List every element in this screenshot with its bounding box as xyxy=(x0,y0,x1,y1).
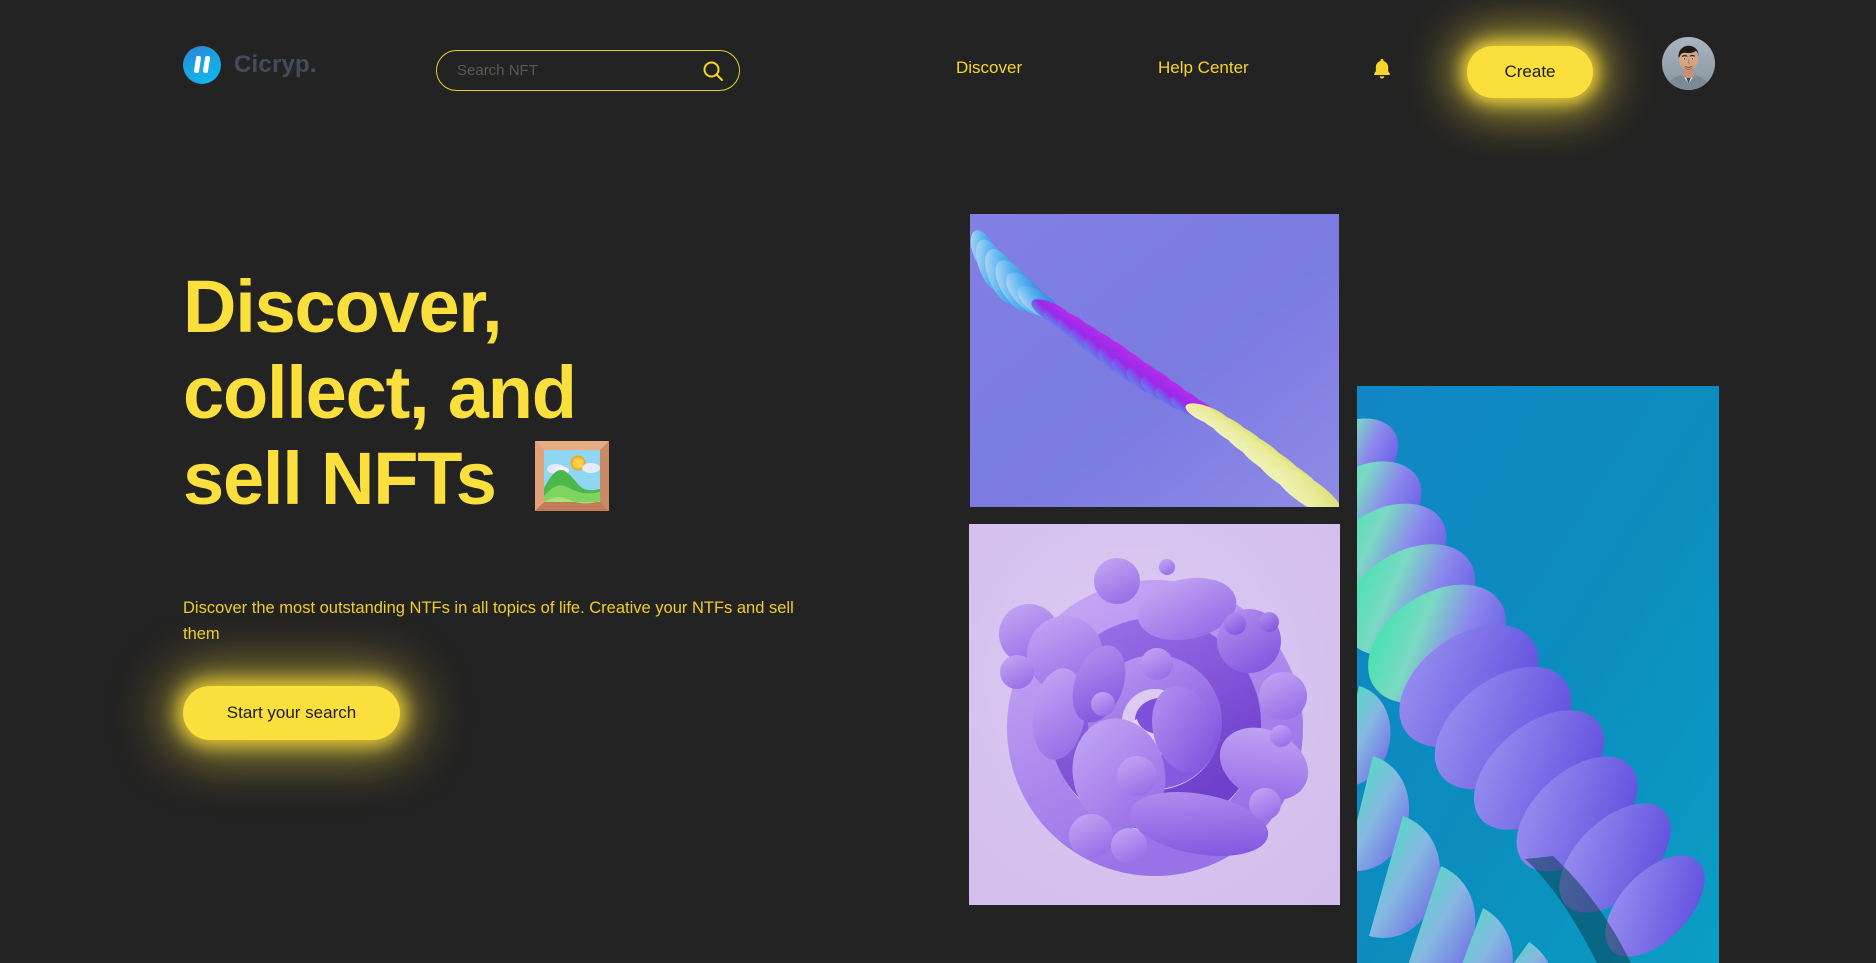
hero-title-line-1: Discover, xyxy=(183,265,503,348)
framed-picture-emoji xyxy=(532,436,612,534)
create-button[interactable]: Create xyxy=(1467,46,1593,98)
brand-name: Cicryp. xyxy=(234,51,317,78)
bell-icon xyxy=(1369,56,1395,85)
avatar[interactable] xyxy=(1662,37,1715,90)
search-box[interactable] xyxy=(436,50,740,91)
site-header: Cicryp. Discover Help Center C xyxy=(0,0,1876,118)
start-your-search-button[interactable]: Start your search xyxy=(183,686,400,740)
nft-card-3[interactable] xyxy=(1357,386,1719,963)
nav-link-help-center[interactable]: Help Center xyxy=(1158,58,1249,78)
search-input[interactable] xyxy=(457,62,701,79)
cicryp-logo-icon xyxy=(183,46,221,84)
brand-logo[interactable]: Cicryp. xyxy=(183,46,317,84)
notifications-button[interactable] xyxy=(1362,50,1402,90)
page-title: Discover, collect, and sell NFTs xyxy=(183,264,612,534)
hero-title-line-3: sell NFTs xyxy=(183,437,497,520)
search-icon[interactable] xyxy=(701,59,725,83)
nav-link-discover[interactable]: Discover xyxy=(956,58,1022,78)
hero-subtitle: Discover the most outstanding NTFs in al… xyxy=(183,599,794,643)
nft-card-1[interactable] xyxy=(970,214,1339,507)
nft-card-2[interactable] xyxy=(969,524,1340,905)
page-root: Cicryp. Discover Help Center C xyxy=(0,0,1876,963)
hero-title-line-2: collect, and xyxy=(183,351,577,434)
